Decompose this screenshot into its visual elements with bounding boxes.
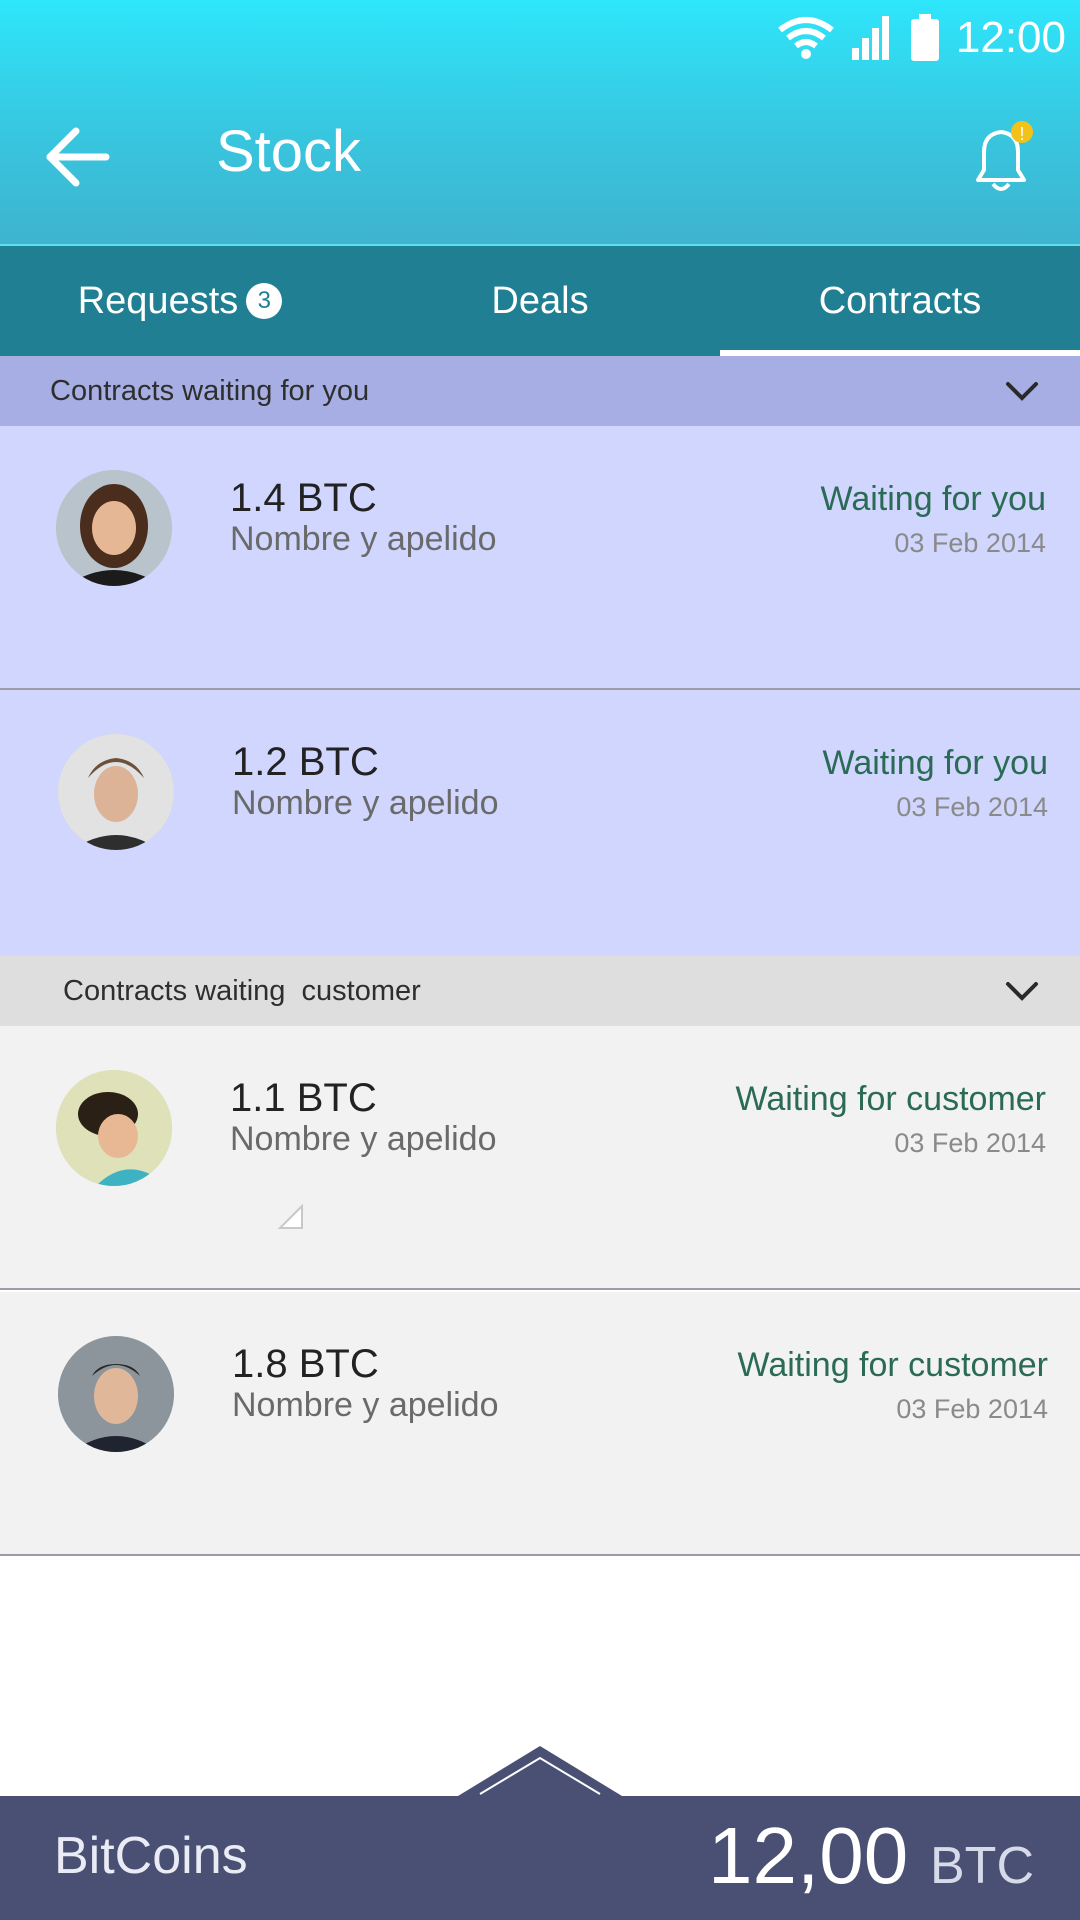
tab-bar: Requests 3 Deals Contracts bbox=[0, 246, 1080, 356]
status-bar: 12:00 bbox=[778, 10, 1066, 66]
contract-row[interactable]: 1.2 BTC Nombre y apelido Waiting for you… bbox=[0, 690, 1080, 956]
balance-value: 12,00 bbox=[708, 1811, 909, 1900]
expand-up-icon[interactable] bbox=[458, 1744, 622, 1796]
section-title: Contracts waiting for you bbox=[50, 374, 370, 407]
contract-status: Waiting for customer bbox=[737, 1346, 1049, 1384]
section-header-waiting-customer[interactable]: Contracts waiting customer bbox=[0, 956, 1080, 1026]
arrow-left-icon[interactable] bbox=[44, 122, 114, 192]
app-bar: 12:00 Stock ! bbox=[0, 0, 1080, 246]
contract-amount: 1.2 BTC bbox=[232, 740, 379, 784]
contract-date: 03 Feb 2014 bbox=[896, 1394, 1048, 1424]
contract-person: Nombre y apelido bbox=[230, 520, 497, 558]
contract-row[interactable]: 1.4 BTC Nombre y apelido Waiting for you… bbox=[0, 426, 1080, 690]
contract-status: Waiting for customer bbox=[735, 1080, 1047, 1118]
tab-deals[interactable]: Deals bbox=[360, 246, 720, 356]
page-title: Stock bbox=[216, 119, 362, 184]
tab-requests[interactable]: Requests 3 bbox=[0, 246, 360, 356]
contract-amount: 1.4 BTC bbox=[230, 476, 377, 520]
contract-amount: 1.1 BTC bbox=[230, 1076, 377, 1120]
battery-icon bbox=[910, 14, 939, 61]
tab-requests-label: Requests bbox=[77, 279, 239, 322]
contract-date: 03 Feb 2014 bbox=[894, 1128, 1046, 1158]
wifi-icon bbox=[778, 17, 834, 59]
section-header-waiting-for-you[interactable]: Contracts waiting for you bbox=[0, 356, 1080, 426]
section-title: Contracts waiting customer bbox=[63, 974, 421, 1007]
contract-row[interactable]: 1.1 BTC Nombre y apelido Waiting for cus… bbox=[0, 1026, 1080, 1290]
balance-bar[interactable]: BitCoins 12,00 BTC bbox=[0, 1796, 1080, 1920]
contract-row[interactable]: 1.8 BTC Nombre y apelido Waiting for cus… bbox=[0, 1292, 1080, 1556]
tab-contracts-label: Contracts bbox=[818, 279, 982, 322]
balance-label: BitCoins bbox=[54, 1827, 248, 1885]
chevron-down-icon[interactable] bbox=[1004, 979, 1040, 1003]
contract-date: 03 Feb 2014 bbox=[896, 792, 1048, 822]
avatar bbox=[58, 1336, 174, 1452]
requests-count-badge: 3 bbox=[246, 283, 283, 319]
chevron-down-icon[interactable] bbox=[1004, 379, 1040, 403]
contract-person: Nombre y apelido bbox=[232, 784, 499, 822]
bell-icon[interactable]: ! bbox=[966, 120, 1036, 200]
avatar bbox=[56, 470, 172, 586]
avatar bbox=[58, 734, 174, 850]
contract-status: Waiting for you bbox=[820, 480, 1047, 518]
contract-date: 03 Feb 2014 bbox=[894, 528, 1046, 558]
contract-person: Nombre y apelido bbox=[232, 1386, 499, 1424]
clock: 12:00 bbox=[955, 13, 1066, 62]
contract-person: Nombre y apelido bbox=[230, 1120, 497, 1158]
balance-unit: BTC bbox=[930, 1837, 1034, 1895]
tab-deals-label: Deals bbox=[491, 279, 589, 322]
tab-contracts[interactable]: Contracts bbox=[720, 246, 1080, 356]
contract-amount: 1.8 BTC bbox=[232, 1342, 379, 1386]
signal-icon bbox=[851, 16, 889, 60]
contract-status: Waiting for you bbox=[822, 744, 1049, 782]
avatar bbox=[56, 1070, 172, 1186]
bell-alert-mark: ! bbox=[1019, 124, 1024, 144]
resize-handle-icon[interactable] bbox=[278, 1204, 304, 1230]
